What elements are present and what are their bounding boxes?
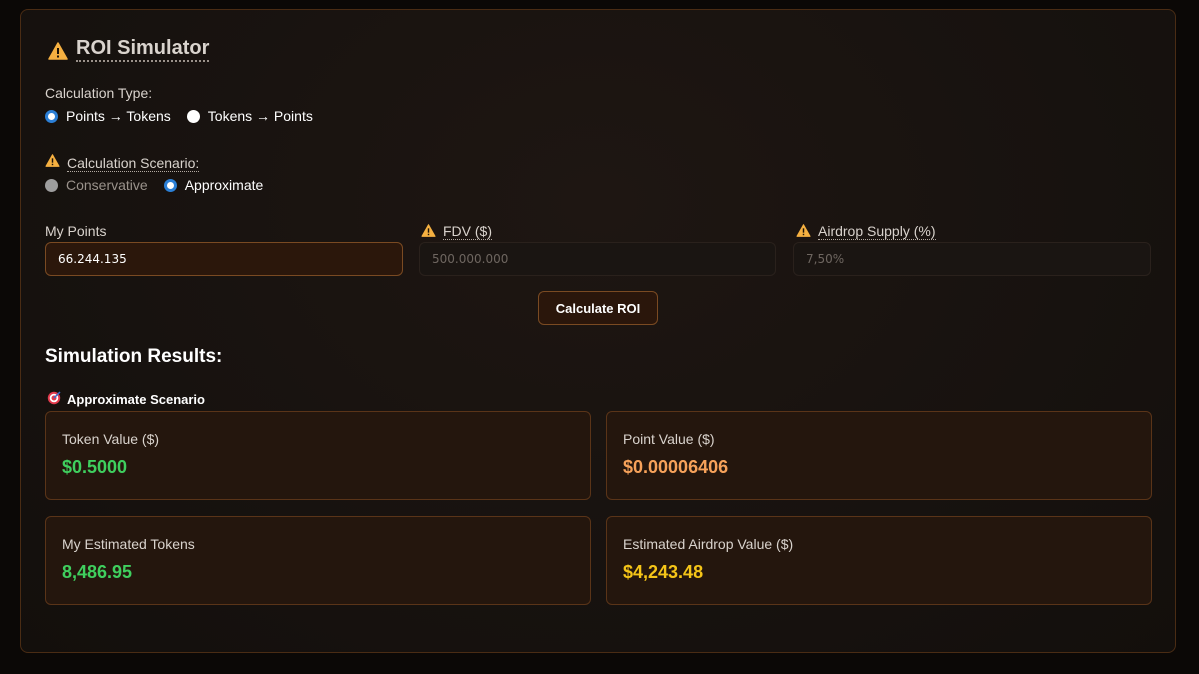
card-label: My Estimated Tokens [62, 536, 195, 552]
radio-approximate[interactable]: Approximate [163, 177, 264, 193]
card-value: $0.5000 [62, 457, 128, 477]
field-label-text: FDV ($) [443, 223, 492, 240]
card-label: Estimated Airdrop Value ($) [623, 536, 794, 552]
radio-label: Approximate [184, 177, 264, 193]
calculation-scenario-options: Conservative Approximate [45, 177, 279, 193]
results-title: Simulation Results: [45, 346, 223, 367]
calculation-scenario-label: Calculation Scenario: [67, 154, 200, 172]
radio-conservative[interactable]: Conservative [45, 177, 148, 193]
radio-label: Conservative [66, 177, 148, 193]
card-value: $4,243.48 [623, 562, 704, 582]
point-value-card: Point Value ($) $0.00006406 [606, 411, 1152, 500]
warning-icon [796, 223, 811, 240]
warning-icon [48, 41, 68, 60]
radio-label: Points → Tokens [66, 108, 171, 124]
card-value: 8,486.95 [62, 562, 133, 582]
scenario-tag-label: Approximate Scenario [67, 392, 205, 407]
radio-tokens-to-points[interactable]: Tokens → Points [186, 108, 313, 124]
radio-disabled-icon[interactable] [45, 178, 58, 192]
calculation-type-label: Calculation Type: [45, 85, 153, 101]
radio-selected-icon[interactable] [45, 109, 58, 123]
calculation-scenario-heading: Calculation Scenario: [45, 154, 200, 172]
my-points-input[interactable]: 66.244.135 [45, 242, 403, 276]
field-label-text: My Points [45, 223, 107, 239]
card-value: $0.00006406 [623, 457, 729, 477]
card-label: Point Value ($) [623, 431, 715, 447]
warning-icon [45, 154, 60, 172]
scenario-tag: Approximate Scenario [47, 391, 205, 408]
roi-simulator-panel: ROI Simulator Calculation Type: Points →… [20, 9, 1176, 653]
radio-unselected-icon[interactable] [186, 109, 200, 123]
card-label: Token Value ($) [62, 431, 160, 447]
estimated-tokens-card: My Estimated Tokens 8,486.95 [45, 516, 591, 605]
calculation-type-options: Points → Tokens Tokens → Points [45, 108, 329, 124]
my-points-value: 66.244.135 [58, 252, 127, 266]
airdrop-supply-placeholder: 7,50% [806, 252, 845, 266]
estimated-airdrop-value-card: Estimated Airdrop Value ($) $4,243.48 [606, 516, 1152, 605]
field-label-text: Airdrop Supply (%) [818, 223, 936, 240]
target-icon [47, 391, 61, 408]
fdv-placeholder: 500.000.000 [432, 252, 509, 266]
airdrop-supply-input[interactable]: 7,50% [793, 242, 1151, 276]
radio-selected-icon[interactable] [163, 178, 177, 192]
fdv-input[interactable]: 500.000.000 [419, 242, 776, 276]
warning-icon [421, 223, 436, 240]
radio-points-to-tokens[interactable]: Points → Tokens [45, 108, 171, 124]
airdrop-supply-label: Airdrop Supply (%) [796, 223, 936, 240]
fdv-label: FDV ($) [421, 223, 492, 240]
my-points-label: My Points [45, 223, 106, 239]
page-title: ROI Simulator [76, 37, 210, 62]
calculate-roi-button[interactable]: Calculate ROI [538, 291, 658, 325]
radio-label: Tokens → Points [207, 108, 313, 124]
title-row: ROI Simulator [48, 37, 210, 62]
token-value-card: Token Value ($) $0.5000 [45, 411, 591, 500]
